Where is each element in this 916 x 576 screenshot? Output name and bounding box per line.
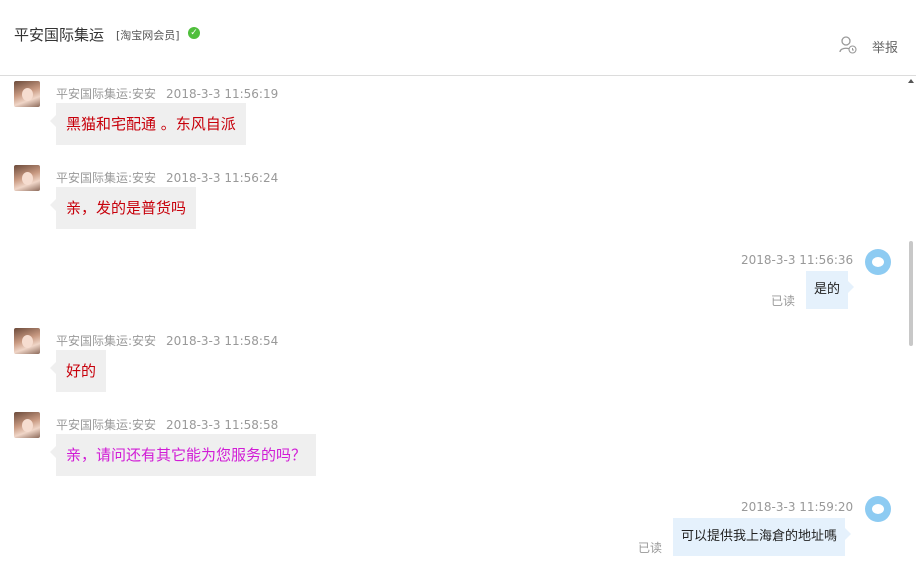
message-time: 2018-3-3 11:56:19 bbox=[166, 87, 279, 101]
message-item: 平安国际集运:安安 2018-3-3 11:58:58 亲，请问还有其它能为您服务… bbox=[0, 408, 906, 488]
message-time: 2018-3-3 11:59:20 bbox=[741, 500, 854, 514]
message-item: 平安国际集运:安安 2018-3-3 11:56:19 黑猫和宅配通 。东风自派 bbox=[0, 77, 906, 157]
read-status: 已读 bbox=[771, 294, 796, 308]
seller-avatar[interactable] bbox=[14, 328, 40, 354]
sender-name: 平安国际集运:安安 bbox=[56, 334, 157, 348]
sender-name: 平安国际集运:安安 bbox=[56, 418, 157, 432]
message-item-self: 2018-3-3 11:59:20 已读 可以提供我上海倉的地址嗎 bbox=[0, 492, 906, 576]
verified-icon: ✓ bbox=[188, 27, 200, 39]
message-item-self: 2018-3-3 11:56:36 已读 是的 bbox=[0, 245, 906, 325]
message-bubble: 亲，请问还有其它能为您服务的吗？ bbox=[49, 434, 317, 476]
message-bubble: 可以提供我上海倉的地址嗎 bbox=[673, 518, 852, 556]
message-time: 2018-3-3 11:58:58 bbox=[166, 418, 279, 432]
seller-avatar[interactable] bbox=[14, 81, 40, 107]
chat-scrollbar[interactable] bbox=[906, 77, 916, 576]
member-tag: [淘宝网会员] bbox=[116, 29, 180, 42]
read-status: 已读 bbox=[638, 541, 663, 555]
message-time: 2018-3-3 11:56:36 bbox=[741, 253, 854, 267]
seller-avatar[interactable] bbox=[14, 412, 40, 438]
sender-name: 平安国际集运:安安 bbox=[56, 171, 157, 185]
message-bubble: 是的 bbox=[806, 271, 855, 309]
message-bubble: 好的 bbox=[49, 350, 107, 392]
seller-avatar[interactable] bbox=[14, 165, 40, 191]
message-time: 2018-3-3 11:58:54 bbox=[166, 334, 279, 348]
message-time: 2018-3-3 11:56:24 bbox=[166, 171, 279, 185]
user-avatar[interactable] bbox=[865, 496, 891, 522]
message-bubble: 亲，发的是普货吗 bbox=[49, 187, 197, 229]
chat-header: 平安国际集运 [淘宝网会员] ✓ 举报 bbox=[0, 0, 916, 76]
scroll-thumb[interactable] bbox=[909, 241, 913, 346]
sender-name: 平安国际集运:安安 bbox=[56, 87, 157, 101]
report-link[interactable]: 举报 bbox=[872, 37, 898, 56]
scroll-up-arrow-icon[interactable] bbox=[908, 79, 914, 83]
user-info-icon[interactable] bbox=[838, 35, 858, 55]
message-item: 平安国际集运:安安 2018-3-3 11:56:24 亲，发的是普货吗 bbox=[0, 161, 906, 241]
message-list[interactable]: 平安国际集运:安安 2018-3-3 11:56:19 黑猫和宅配通 。东风自派 … bbox=[0, 77, 906, 576]
message-bubble: 黑猫和宅配通 。东风自派 bbox=[50, 103, 246, 145]
user-avatar[interactable] bbox=[865, 249, 891, 275]
shop-name: 平安国际集运 bbox=[14, 26, 105, 44]
message-item: 平安国际集运:安安 2018-3-3 11:58:54 好的 bbox=[0, 324, 906, 404]
